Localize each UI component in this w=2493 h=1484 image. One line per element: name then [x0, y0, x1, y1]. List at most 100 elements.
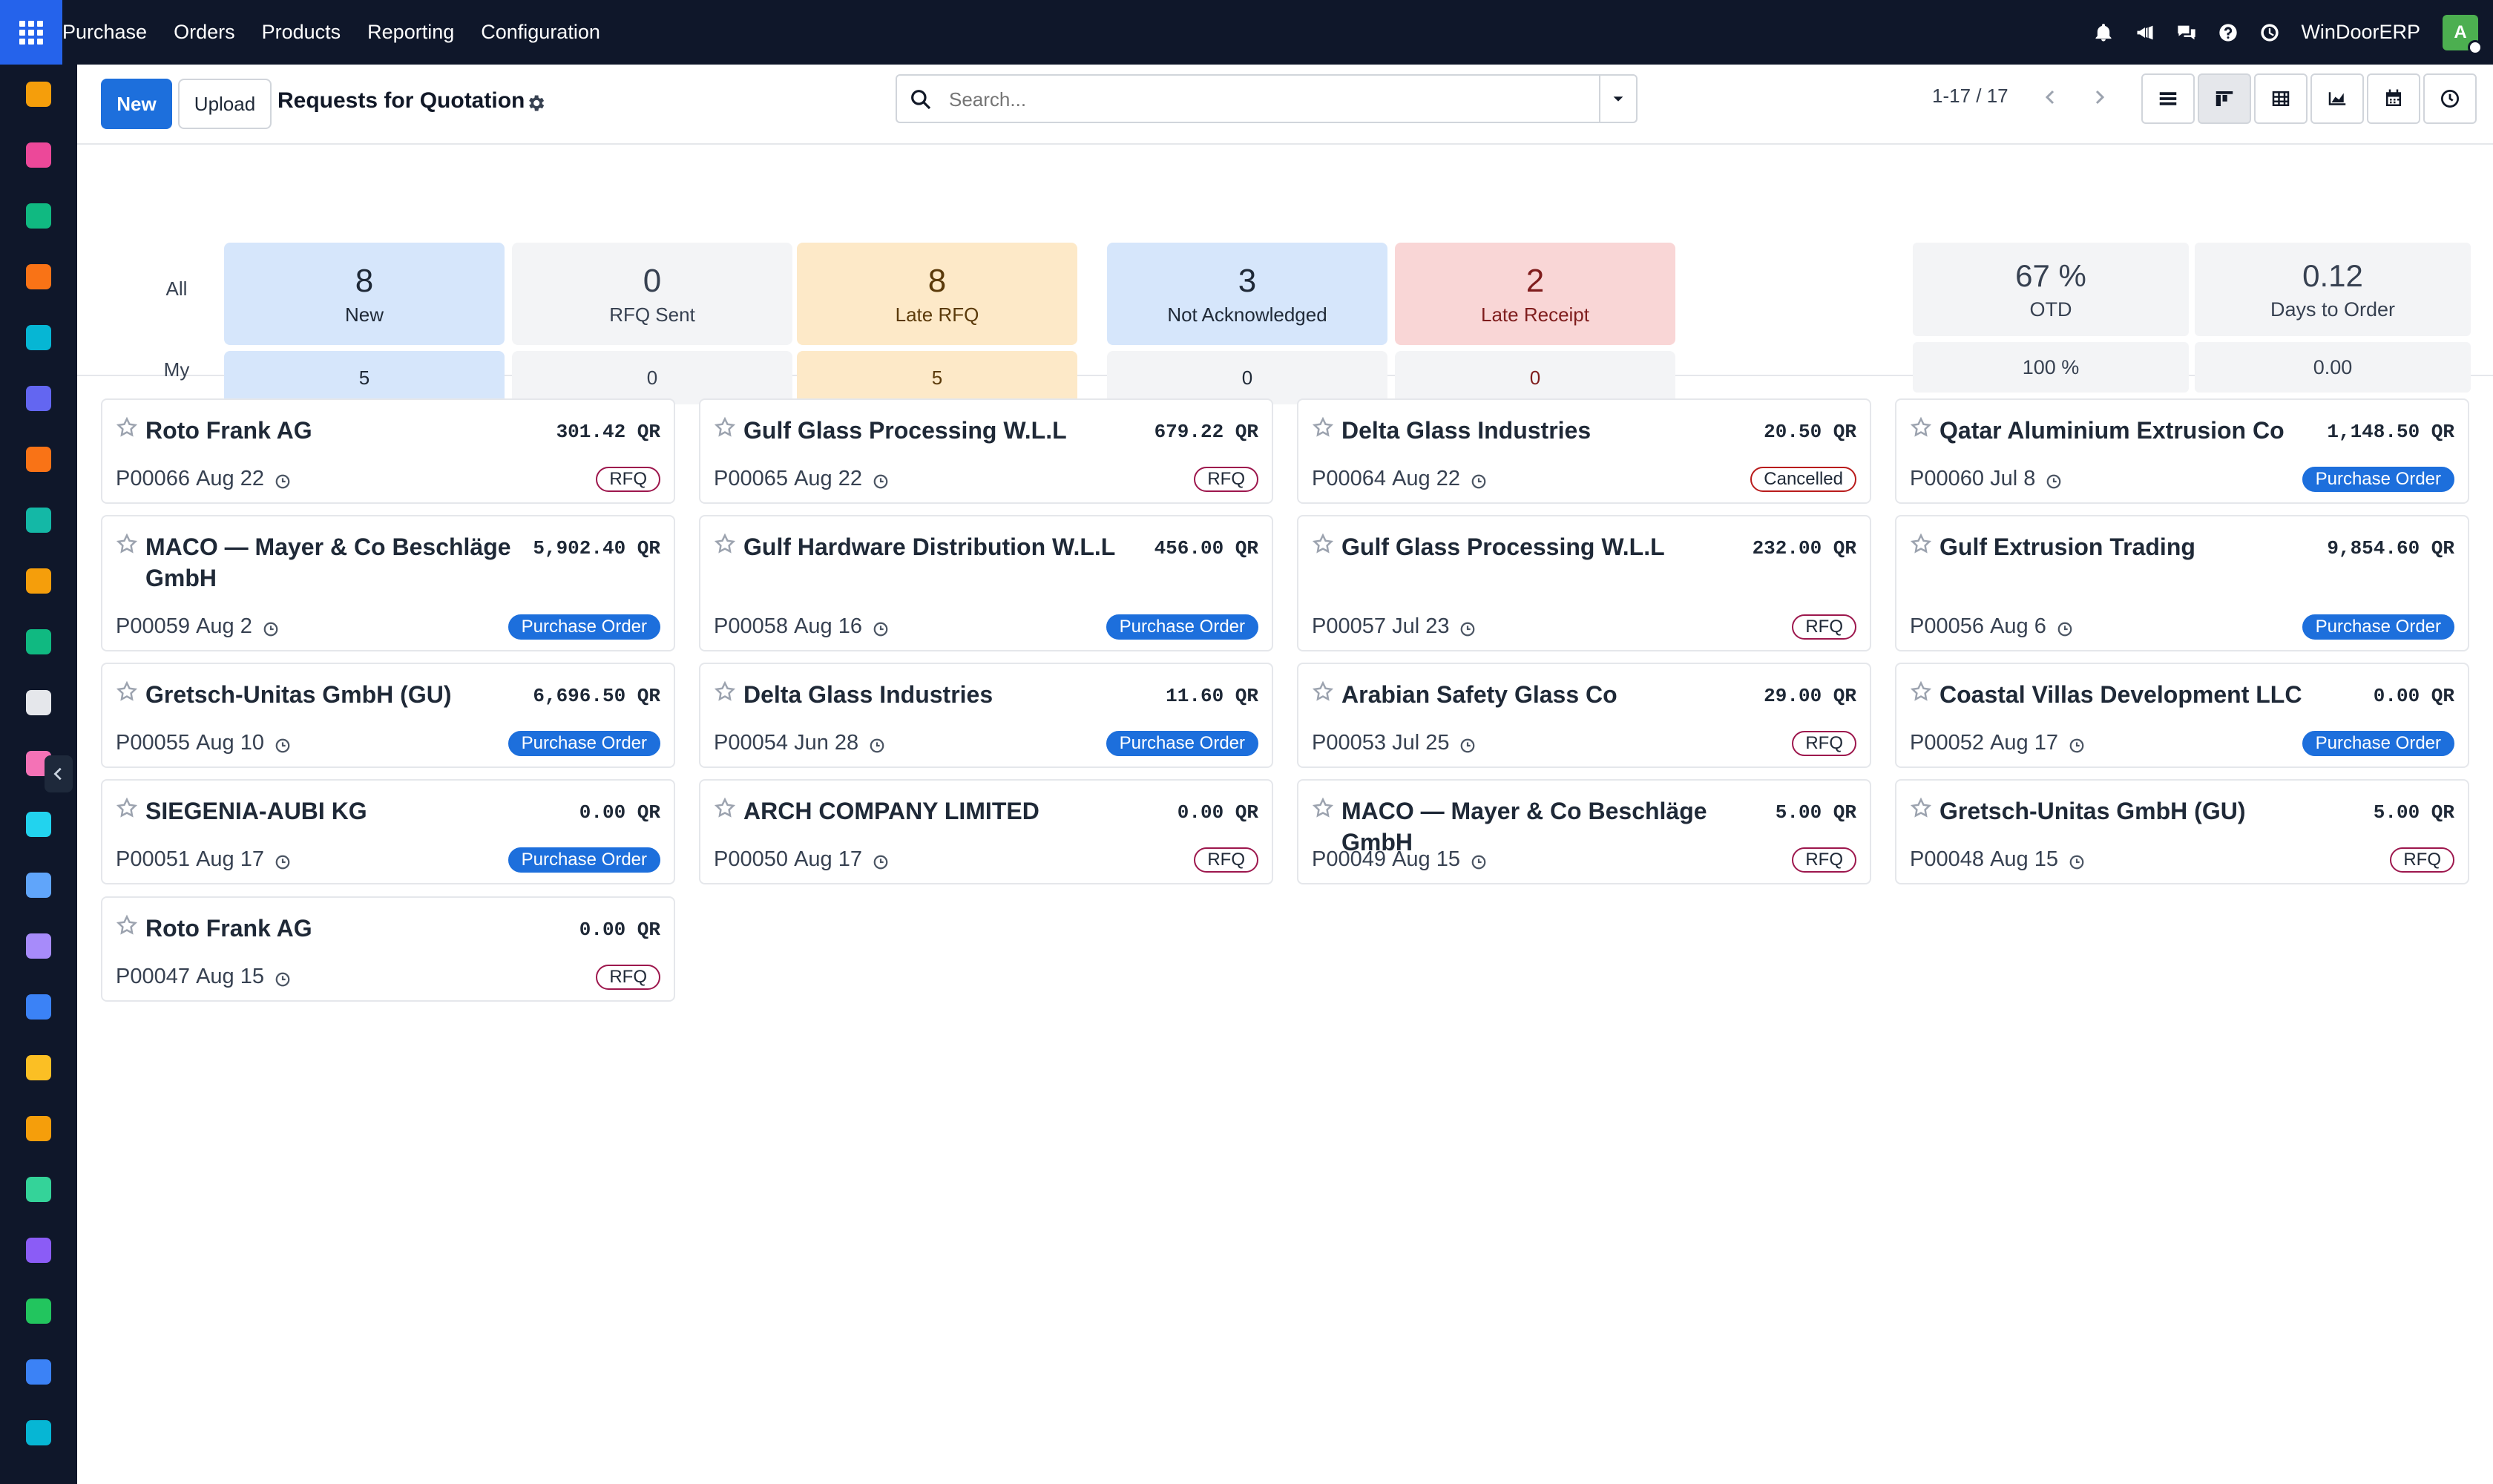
- clock-icon[interactable]: [275, 471, 291, 488]
- favorite-star-icon[interactable]: [1910, 680, 1932, 703]
- clock-icon[interactable]: [2069, 735, 2085, 752]
- dashboard-tile-my[interactable]: 0: [512, 351, 792, 404]
- search-options-toggle[interactable]: [1599, 76, 1636, 122]
- clock-icon[interactable]: [2057, 619, 2073, 636]
- app-timer-icon[interactable]: [22, 1356, 55, 1388]
- favorite-star-icon[interactable]: [714, 416, 736, 439]
- menu-orders[interactable]: Orders: [174, 21, 235, 44]
- favorite-star-icon[interactable]: [714, 680, 736, 703]
- kanban-card[interactable]: Gulf Hardware Distribution W.L.L 456.00 Q…: [699, 515, 1273, 651]
- sidebar-collapse-button[interactable]: [45, 755, 73, 792]
- app-invoicing-icon[interactable]: [22, 991, 55, 1023]
- dashboard-tile-my[interactable]: 5: [797, 351, 1077, 404]
- kanban-card[interactable]: Roto Frank AG 0.00 QR P00047 Aug 15 RFQ: [101, 896, 675, 1002]
- favorite-star-icon[interactable]: [116, 797, 138, 819]
- menu-purchase[interactable]: Purchase: [62, 21, 147, 44]
- help-icon[interactable]: [2216, 21, 2240, 45]
- clock-icon[interactable]: [873, 471, 889, 488]
- dashboard-tile-all[interactable]: 8 New: [224, 243, 505, 345]
- kanban-card[interactable]: Roto Frank AG 301.42 QR P00066 Aug 22 RFQ: [101, 398, 675, 504]
- favorite-star-icon[interactable]: [1312, 680, 1334, 703]
- calendar-view-button[interactable]: [2367, 73, 2420, 124]
- chat-icon[interactable]: [2175, 21, 2198, 45]
- app-menu-button[interactable]: [0, 0, 62, 65]
- clock-icon[interactable]: [869, 735, 885, 752]
- kanban-card[interactable]: Gretsch-Unitas GmbH (GU) 5.00 QR P00048 Au…: [1895, 779, 2469, 884]
- clock-icon[interactable]: [1459, 619, 1476, 636]
- bell-icon[interactable]: [2092, 21, 2115, 45]
- kanban-card[interactable]: Gulf Glass Processing W.L.L 679.22 QR P000…: [699, 398, 1273, 504]
- clock-icon[interactable]: [275, 735, 291, 752]
- kanban-card[interactable]: MACO — Mayer & Co Beschläge GmbH 5,902.40…: [101, 515, 675, 651]
- app-employees-icon[interactable]: [22, 626, 55, 658]
- app-calendar-icon[interactable]: [22, 1112, 55, 1145]
- app-studio-icon[interactable]: [22, 139, 55, 171]
- app-inventory-icon[interactable]: [22, 686, 55, 719]
- favorite-star-icon[interactable]: [1910, 416, 1932, 439]
- search-input[interactable]: [949, 85, 1572, 114]
- upload-button[interactable]: Upload: [178, 79, 272, 129]
- kanban-card[interactable]: Gretsch-Unitas GmbH (GU) 6,696.50 QR P0005…: [101, 663, 675, 768]
- app-dashboard-icon[interactable]: [22, 78, 55, 111]
- pivot-view-button[interactable]: [2254, 73, 2308, 124]
- favorite-star-icon[interactable]: [1910, 533, 1932, 555]
- kanban-card[interactable]: Delta Glass Industries 11.60 QR P00054 Jun…: [699, 663, 1273, 768]
- dashboard-tile-my[interactable]: 0: [1107, 351, 1387, 404]
- app-team-icon[interactable]: [22, 1051, 55, 1084]
- pager-next-button[interactable]: [2084, 81, 2114, 114]
- clock-icon[interactable]: [2069, 852, 2085, 869]
- app-contacts-icon[interactable]: [22, 200, 55, 232]
- app-tasks-icon[interactable]: [22, 808, 55, 841]
- kanban-card[interactable]: Coastal Villas Development LLC 0.00 QR P00…: [1895, 663, 2469, 768]
- megaphone-icon[interactable]: [2133, 21, 2157, 45]
- clock-icon[interactable]: [263, 619, 279, 636]
- kanban-card[interactable]: Delta Glass Industries 20.50 QR P00064 Aug…: [1297, 398, 1871, 504]
- clock-icon[interactable]: [873, 619, 889, 636]
- kanban-card[interactable]: MACO — Mayer & Co Beschläge GmbH 5.00 QR P…: [1297, 779, 1871, 884]
- dashboard-tile-all[interactable]: 8 Late RFQ: [797, 243, 1077, 345]
- favorite-star-icon[interactable]: [1312, 416, 1334, 439]
- favorite-star-icon[interactable]: [1312, 797, 1334, 819]
- dashboard-tile-my[interactable]: 5: [224, 351, 505, 404]
- app-documents-icon[interactable]: [22, 504, 55, 536]
- favorite-star-icon[interactable]: [1312, 533, 1334, 555]
- kanban-card[interactable]: Gulf Glass Processing W.L.L 232.00 QR P000…: [1297, 515, 1871, 651]
- favorite-star-icon[interactable]: [1910, 797, 1932, 819]
- app-knowledge-icon[interactable]: [22, 869, 55, 902]
- graph-view-button[interactable]: [2310, 73, 2364, 124]
- activity-view-button[interactable]: [2423, 73, 2477, 124]
- favorite-star-icon[interactable]: [714, 797, 736, 819]
- favorite-star-icon[interactable]: [116, 416, 138, 439]
- user-avatar[interactable]: A: [2443, 14, 2483, 55]
- activity-icon[interactable]: [2258, 21, 2282, 45]
- app-livechat-icon[interactable]: [22, 443, 55, 476]
- company-name[interactable]: WinDoorERP: [2301, 21, 2420, 44]
- pager-value[interactable]: 1-17 / 17: [1932, 85, 2008, 108]
- kanban-card[interactable]: Gulf Extrusion Trading 9,854.60 QR P00056 …: [1895, 515, 2469, 651]
- menu-configuration[interactable]: Configuration: [481, 21, 600, 44]
- clock-icon[interactable]: [873, 852, 889, 869]
- favorite-star-icon[interactable]: [116, 533, 138, 555]
- dashboard-tile-all[interactable]: 0 RFQ Sent: [512, 243, 792, 345]
- kanban-card[interactable]: ARCH COMPANY LIMITED 0.00 QR P00050 Aug 17…: [699, 779, 1273, 884]
- clock-icon[interactable]: [275, 852, 291, 869]
- dashboard-tile-all[interactable]: 2 Late Receipt: [1395, 243, 1675, 345]
- new-button[interactable]: New: [101, 79, 172, 129]
- app-products-icon[interactable]: [22, 930, 55, 962]
- app-flow-icon[interactable]: [22, 321, 55, 354]
- pager-previous-button[interactable]: [2036, 81, 2066, 114]
- favorite-star-icon[interactable]: [714, 533, 736, 555]
- list-view-button[interactable]: [2141, 73, 2195, 124]
- app-apps-icon[interactable]: [22, 1234, 55, 1267]
- clock-icon[interactable]: [275, 969, 291, 986]
- kanban-card[interactable]: Arabian Safety Glass Co 29.00 QR P00053 Ju…: [1297, 663, 1871, 768]
- favorite-star-icon[interactable]: [116, 914, 138, 936]
- app-sync-icon[interactable]: [22, 1416, 55, 1449]
- kanban-card[interactable]: SIEGENIA-AUBI KG 0.00 QR P00051 Aug 17 Purc…: [101, 779, 675, 884]
- clock-icon[interactable]: [1459, 735, 1476, 752]
- menu-reporting[interactable]: Reporting: [367, 21, 454, 44]
- app-discuss-icon[interactable]: [22, 260, 55, 293]
- kanban-view-button[interactable]: [2198, 73, 2251, 124]
- app-whatsapp-icon[interactable]: [22, 1295, 55, 1327]
- app-sign-icon[interactable]: [22, 1173, 55, 1206]
